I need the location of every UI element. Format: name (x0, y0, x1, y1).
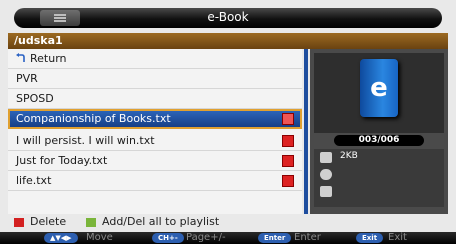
file-counter: 003/006 (334, 135, 424, 146)
list-item-label: Return (30, 52, 67, 65)
file-info: 2KB (314, 149, 444, 207)
exit-hint: Exit (388, 232, 407, 243)
footer-hints: ▲▼◀▶ Move CH+- Page+/- Enter Enter Exit … (0, 232, 456, 244)
document-icon (320, 186, 332, 197)
list-item-label: Companionship of Books.txt (16, 112, 171, 125)
list-item-folder[interactable]: SPOSD (8, 89, 302, 109)
channel-key-icon: CH+- (152, 233, 184, 243)
disc-icon (320, 169, 332, 180)
list-item-file[interactable]: I will persist. I will win.txt (8, 131, 302, 151)
enter-key-icon: Enter (258, 233, 292, 243)
list-item-label: I will persist. I will win.txt (16, 134, 155, 147)
list-item-return[interactable]: Return (8, 49, 302, 69)
scrollbar-thumb[interactable] (304, 49, 308, 214)
breadcrumb: /udska1 (8, 33, 448, 49)
delete-hint: Delete (30, 215, 67, 228)
file-size: 2KB (340, 151, 358, 161)
list-item-file[interactable]: life.txt (8, 171, 302, 191)
scrollbar[interactable] (304, 49, 308, 214)
enter-hint: Enter (294, 232, 321, 243)
ebook-icon: e (360, 59, 398, 117)
list-item-label: PVR (16, 72, 38, 85)
exit-key-icon: Exit (356, 233, 384, 243)
list-item-label: Just for Today.txt (16, 154, 108, 167)
playlist-checkbox[interactable] (282, 113, 294, 125)
list-item-label: life.txt (16, 174, 52, 187)
page-hint: Page+/- (186, 232, 226, 243)
move-hint: Move (86, 232, 113, 243)
list-item-file-selected[interactable]: Companionship of Books.txt (8, 109, 302, 129)
list-item-folder[interactable]: PVR (8, 69, 302, 89)
move-key-icon: ▲▼◀▶ (44, 233, 78, 243)
title-bar: e-Book (14, 8, 442, 28)
page-title: e-Book (207, 10, 249, 24)
list-item-file[interactable]: Just for Today.txt (8, 151, 302, 171)
preview-panel: e 003/006 2KB (310, 49, 448, 214)
preview-area: e (314, 53, 444, 133)
playlist-checkbox[interactable] (282, 135, 294, 147)
playlist-hint: Add/Del all to playlist (102, 215, 220, 228)
playlist-checkbox[interactable] (282, 175, 294, 187)
red-key-icon (14, 218, 24, 227)
ebook-logo-letter: e (370, 73, 388, 103)
green-key-icon (86, 218, 96, 227)
current-path: /udska1 (14, 34, 63, 47)
file-size-icon (320, 152, 332, 163)
playlist-checkbox[interactable] (282, 155, 294, 167)
return-icon (16, 53, 25, 62)
file-list: Return PVR SPOSD Companionship of Books.… (8, 49, 302, 214)
list-item-label: SPOSD (16, 92, 54, 105)
